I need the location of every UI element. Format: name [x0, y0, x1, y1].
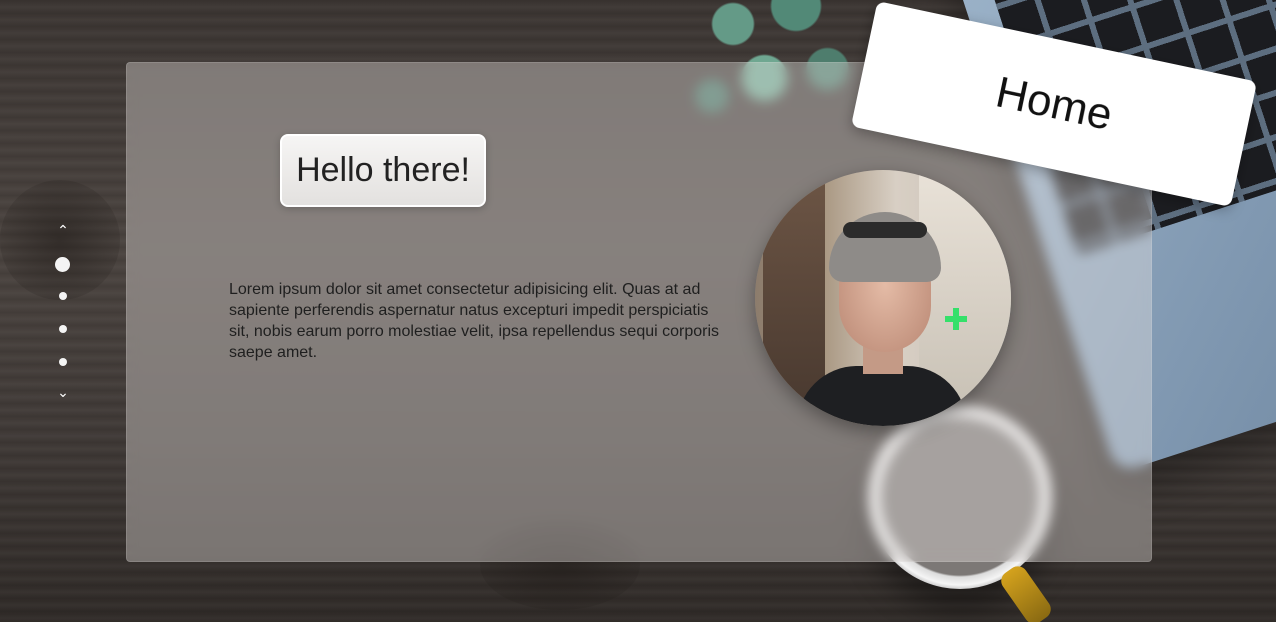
chevron-down-icon[interactable]: ⌄: [56, 386, 70, 400]
pager-dot-3[interactable]: [59, 325, 67, 333]
pager-dot-2[interactable]: [59, 292, 67, 300]
pager-dot-1[interactable]: [55, 257, 70, 272]
pager-dot-4[interactable]: [59, 358, 67, 366]
coffee-cup-handle: [997, 562, 1055, 622]
photo-tower: [763, 184, 825, 404]
section-pager: ⌃ ⌄: [50, 222, 76, 402]
profile-photo: [755, 170, 1011, 426]
photo-glasses: [843, 222, 927, 238]
chevron-up-icon[interactable]: ⌃: [56, 224, 70, 238]
greeting-heading: Hello there!: [280, 134, 486, 207]
intro-paragraph: Lorem ipsum dolor sit amet consectetur a…: [229, 281, 720, 361]
pharmacy-cross-icon: [945, 308, 967, 330]
